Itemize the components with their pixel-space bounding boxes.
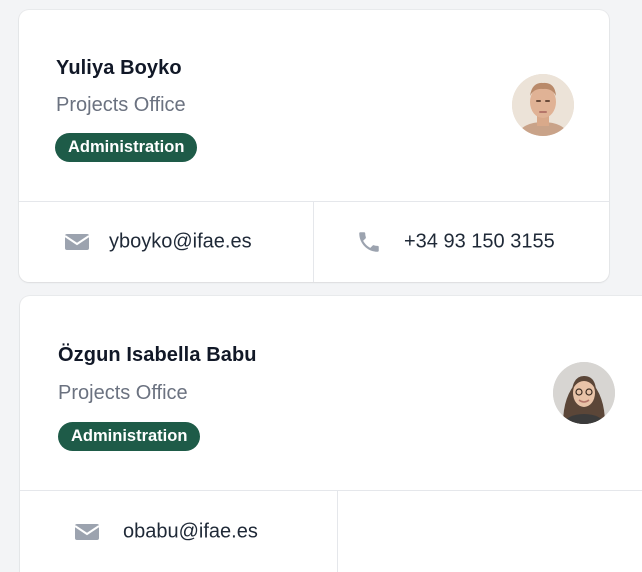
avatar bbox=[512, 74, 574, 136]
email-link[interactable]: yboyko@ifae.es bbox=[19, 202, 314, 282]
contact-office: Projects Office bbox=[58, 382, 188, 404]
contact-card: Özgun Isabella Babu Projects Office Admi… bbox=[20, 296, 642, 572]
contact-card-footer: obabu@ifae.es bbox=[20, 490, 642, 572]
department-badge: Administration bbox=[55, 133, 198, 162]
phone-icon bbox=[356, 229, 382, 255]
person-photo-icon bbox=[512, 74, 574, 136]
avatar bbox=[553, 362, 615, 424]
phone-text: +34 93 150 3155 bbox=[404, 230, 555, 253]
contact-name: Yuliya Boyko bbox=[56, 57, 182, 79]
email-text: obabu@ifae.es bbox=[123, 520, 258, 542]
contact-card-header: Özgun Isabella Babu Projects Office Admi… bbox=[20, 296, 642, 490]
contact-name: Özgun Isabella Babu bbox=[58, 344, 257, 366]
mail-icon bbox=[64, 232, 90, 252]
contact-card-footer: yboyko@ifae.es +34 93 150 3155 bbox=[19, 201, 609, 282]
email-link[interactable]: obabu@ifae.es bbox=[20, 491, 338, 572]
contact-card: Yuliya Boyko Projects Office Administrat… bbox=[19, 10, 609, 282]
person-photo-icon bbox=[553, 362, 615, 424]
contact-card-header: Yuliya Boyko Projects Office Administrat… bbox=[19, 10, 609, 201]
phone-link[interactable]: +34 93 150 3155 bbox=[314, 202, 609, 282]
department-badge: Administration bbox=[58, 422, 201, 451]
phone-cell-empty bbox=[338, 491, 642, 572]
mail-icon bbox=[74, 522, 100, 542]
contact-office: Projects Office bbox=[56, 94, 186, 116]
email-text: yboyko@ifae.es bbox=[109, 230, 252, 253]
